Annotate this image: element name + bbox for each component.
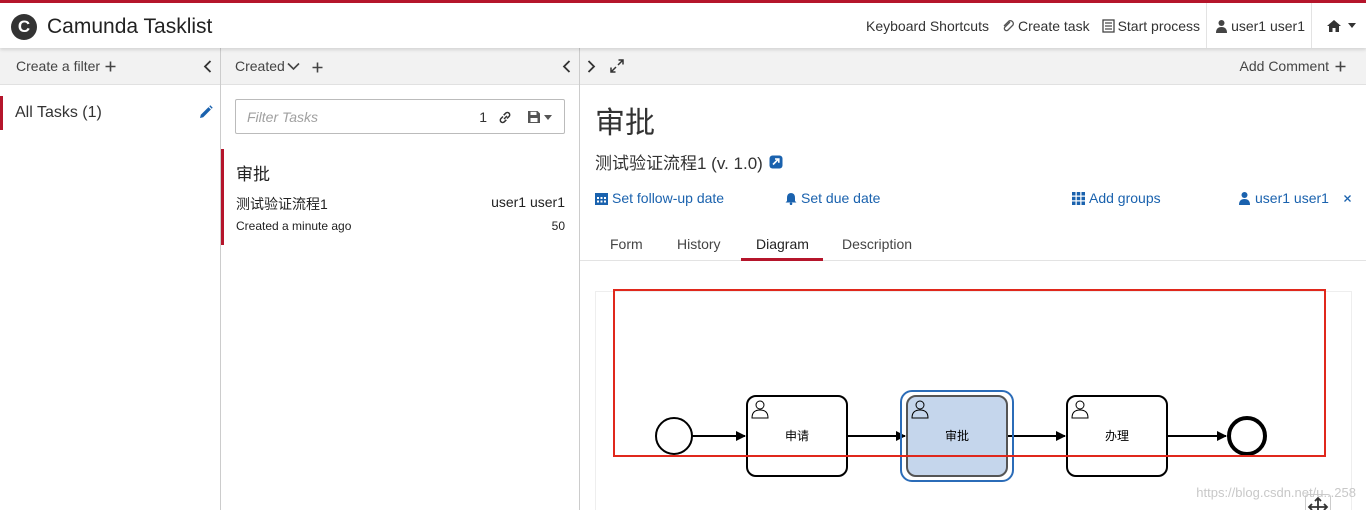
top-navbar: C Camunda Tasklist Keyboard Shortcuts Cr… [0,0,1366,48]
task-count: 1 [479,109,487,125]
task-title: 审批 [236,165,270,184]
external-link-icon [769,155,783,168]
task-list-column: Created 1 审批 测试验证流程1 user1 user1 Created… [221,48,580,510]
grid-icon [1072,191,1085,205]
plus-icon [1335,61,1346,71]
list-icon [1101,18,1115,33]
filter-tasks-input[interactable] [236,100,456,133]
add-comment-button[interactable]: Add Comment [1240,58,1346,74]
chevron-down-icon [287,62,300,70]
camunda-logo: C [11,14,37,40]
keyboard-shortcuts-link[interactable]: Keyboard Shortcuts [860,3,995,48]
set-follow-up-date-label: Set follow-up date [612,190,725,206]
task-process-name: 测试验证流程1 [236,196,328,212]
process-definition-link[interactable]: 测试验证流程1 (v. 1.0) [595,149,783,174]
app-title: Camunda Tasklist [47,15,213,38]
tab-form[interactable]: Form [610,236,643,252]
task-detail-header: Add Comment [580,48,1366,85]
task-assignee: user1 user1 [491,194,565,210]
set-due-date-label: Set due date [801,190,881,206]
user-icon [1216,19,1228,33]
save-icon [528,111,540,123]
calendar-icon [595,192,608,205]
sort-label: Created [235,58,285,74]
link-icon[interactable] [498,110,512,125]
tab-history[interactable]: History [677,236,721,252]
add-groups-label: Add groups [1089,190,1161,206]
add-groups-button[interactable]: Add groups [1072,190,1161,206]
remove-assignee-close-icon[interactable] [1344,195,1351,202]
filters-column: Create a filter All Tasks (1) [0,48,221,510]
maximize-icon[interactable] [610,59,624,73]
filters-header: Create a filter [0,48,220,85]
home-icon [1327,19,1341,32]
add-comment-label: Add Comment [1239,58,1329,74]
filter-all-tasks[interactable]: All Tasks (1) [0,96,221,130]
chevron-down-icon [1348,23,1356,28]
create-filter-label: Create a filter [16,58,101,74]
user-name: user1 user1 [1231,17,1305,34]
save-filter-dropdown[interactable] [527,110,552,124]
create-task-link[interactable]: Create task [995,3,1096,48]
task-filter-box: 1 [235,99,565,134]
start-process-label: Start process [1117,17,1201,34]
bell-icon [785,192,797,205]
paperclip-icon [1003,19,1014,31]
user-menu[interactable]: user1 user1 [1206,3,1311,48]
create-filter-button[interactable]: Create a filter [16,58,116,74]
create-task-label: Create task [1017,17,1090,34]
user-icon [1239,192,1250,205]
collapse-left-icon[interactable] [562,60,571,73]
assignee-label: user1 user1 [1255,190,1329,206]
collapse-left-icon[interactable] [203,60,212,73]
task-created: Created a minute ago [236,219,352,233]
brand[interactable]: C Camunda Tasklist [11,14,212,40]
keyboard-shortcuts-label: Keyboard Shortcuts [866,17,989,34]
start-process-link[interactable]: Start process [1096,3,1206,48]
home-menu[interactable] [1311,3,1366,48]
sort-dropdown[interactable]: Created [235,58,300,74]
annotation-highlight-box [613,289,1326,457]
chevron-down-icon [544,114,552,120]
set-due-date-button[interactable]: Set due date [785,190,880,206]
active-tab-indicator [741,258,823,261]
watermark: https://blog.csdn.net/u...258 [1196,485,1356,500]
task-detail-column: Add Comment 审批 测试验证流程1 (v. 1.0) Set foll… [580,48,1366,510]
task-list-header: Created [221,48,579,85]
task-tabs: Form History Diagram Description [580,228,1366,261]
expand-right-icon[interactable] [587,60,596,73]
task-list-item[interactable]: 审批 测试验证流程1 user1 user1 Created a minute … [221,149,579,245]
top-nav: Keyboard Shortcuts Create task Start pro… [860,3,1366,48]
add-sort-plus-icon[interactable] [312,62,323,73]
process-definition-label: 测试验证流程1 (v. 1.0) [595,154,763,173]
task-priority: 50 [551,219,565,233]
tab-description[interactable]: Description [842,236,912,252]
pencil-icon[interactable] [198,105,213,120]
set-follow-up-date-button[interactable]: Set follow-up date [595,190,724,206]
assignee-button[interactable]: user1 user1 [1238,190,1329,206]
plus-icon [105,61,116,71]
filter-label: All Tasks (1) [15,104,102,121]
task-detail-title: 审批 [595,107,655,140]
tab-diagram[interactable]: Diagram [756,236,809,252]
